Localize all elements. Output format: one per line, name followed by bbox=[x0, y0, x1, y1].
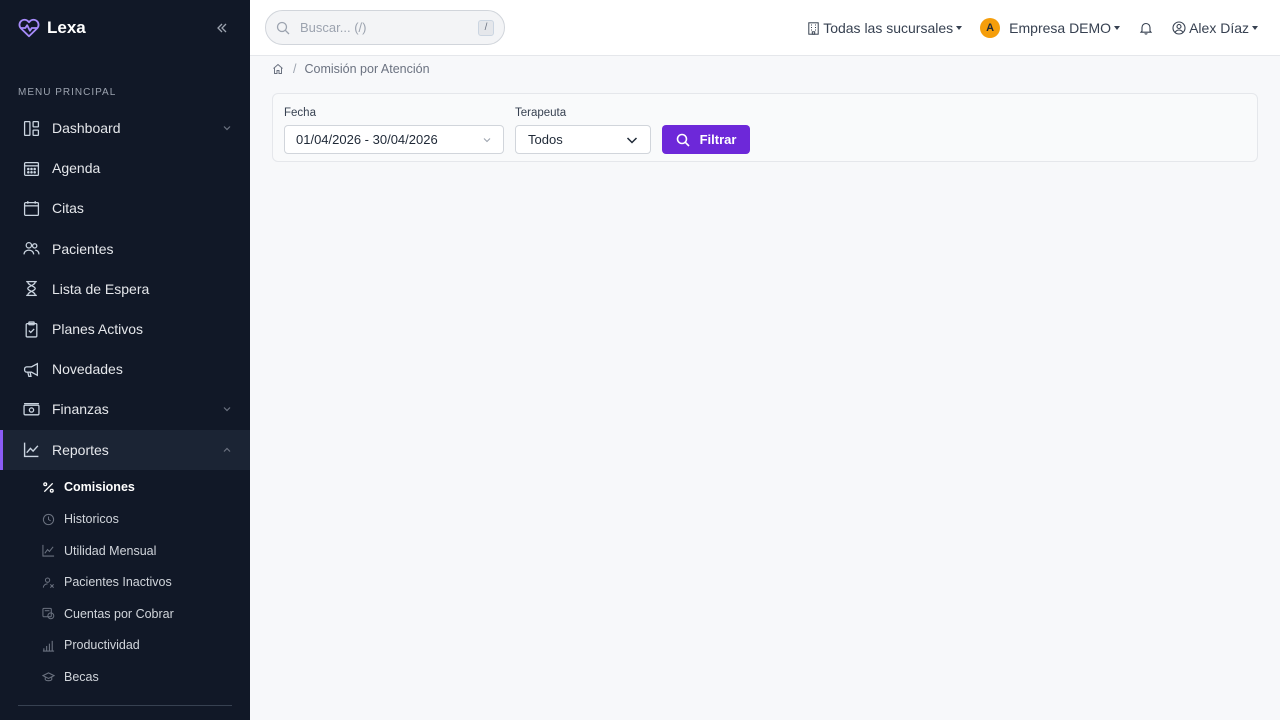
date-range-value: 01/04/2026 - 30/04/2026 bbox=[296, 132, 438, 147]
bar-chart-icon bbox=[41, 638, 55, 652]
therapist-select[interactable]: Todos bbox=[515, 125, 651, 154]
receipt-icon bbox=[41, 607, 55, 621]
building-icon bbox=[808, 21, 820, 35]
sidebar-item-label: Lista de Espera bbox=[52, 280, 150, 297]
chevron-down-icon bbox=[482, 135, 492, 145]
branch-label: Todas las sucursales bbox=[823, 20, 954, 36]
sidebar-item-label: Agenda bbox=[52, 160, 101, 177]
sidebar-item-dashboard[interactable]: Dashboard bbox=[0, 108, 250, 148]
heart-pulse-icon bbox=[18, 17, 40, 39]
submenu-item-utilidad-mensual[interactable]: Utilidad Mensual bbox=[0, 535, 250, 567]
chevron-down-icon bbox=[626, 134, 638, 146]
chevron-down-icon bbox=[222, 123, 232, 133]
user-menu[interactable]: Alex Díaz bbox=[1172, 20, 1258, 36]
sidebar-item-label: Reportes bbox=[52, 441, 109, 458]
calendar-grid-icon bbox=[22, 159, 40, 177]
search-icon bbox=[676, 133, 690, 147]
sidebar-item-lista-espera[interactable]: Lista de Espera bbox=[0, 269, 250, 309]
sidebar: Lexa MENU PRINCIPAL Dashboard Agenda Cit… bbox=[0, 0, 250, 720]
mortarboard-icon bbox=[41, 670, 55, 684]
submenu-item-cuentas-por-cobrar[interactable]: Cuentas por Cobrar bbox=[0, 598, 250, 630]
breadcrumb-current: Comisión por Atención bbox=[304, 62, 430, 76]
company-avatar: A bbox=[980, 18, 1001, 38]
therapist-label: Terapeuta bbox=[515, 107, 567, 119]
caret-down-icon bbox=[956, 26, 963, 30]
submenu-item-label: Cuentas por Cobrar bbox=[64, 606, 174, 621]
graph-up-icon bbox=[41, 544, 55, 558]
main-menu: Dashboard Agenda Citas Pacientes Lista d… bbox=[0, 108, 250, 693]
submenu-item-label: Historicos bbox=[64, 512, 119, 527]
sidebar-item-citas[interactable]: Citas bbox=[0, 188, 250, 228]
search-shortcut-key: / bbox=[478, 19, 494, 36]
user-label: Alex Díaz bbox=[1189, 20, 1249, 36]
collapse-sidebar-button[interactable] bbox=[212, 18, 232, 38]
branch-selector[interactable]: Todas las sucursales bbox=[808, 20, 963, 36]
brand: Lexa bbox=[0, 0, 250, 56]
company-selector[interactable]: A Empresa DEMO bbox=[980, 18, 1121, 38]
home-icon[interactable] bbox=[272, 63, 284, 75]
person-x-icon bbox=[41, 575, 55, 589]
topbar-actions: Todas las sucursales A Empresa DEMO Alex… bbox=[808, 0, 1258, 56]
submenu-item-label: Productividad bbox=[64, 638, 140, 653]
users-icon bbox=[22, 240, 40, 258]
bell-icon bbox=[1139, 21, 1153, 35]
submenu-item-comisiones[interactable]: Comisiones bbox=[0, 472, 250, 504]
sidebar-item-pacientes[interactable]: Pacientes bbox=[0, 229, 250, 269]
sidebar-item-planes-activos[interactable]: Planes Activos bbox=[0, 309, 250, 349]
hourglass-icon bbox=[22, 280, 40, 298]
therapist-select-value: Todos bbox=[528, 132, 563, 147]
submenu-item-historicos[interactable]: Historicos bbox=[0, 503, 250, 535]
search-box[interactable]: / bbox=[265, 10, 505, 45]
date-label: Fecha bbox=[284, 107, 316, 119]
brand-name: Lexa bbox=[47, 18, 86, 37]
submenu-item-pacientes-inactivos[interactable]: Pacientes Inactivos bbox=[0, 566, 250, 598]
submenu-item-label: Comisiones bbox=[64, 480, 135, 495]
chevron-up-icon bbox=[222, 445, 232, 455]
notifications-button[interactable] bbox=[1139, 21, 1153, 35]
sidebar-item-novedades[interactable]: Novedades bbox=[0, 349, 250, 389]
megaphone-icon bbox=[22, 360, 40, 378]
cash-icon bbox=[22, 400, 40, 418]
submenu-item-becas[interactable]: Becas bbox=[0, 661, 250, 693]
search-input[interactable] bbox=[300, 20, 470, 35]
breadcrumb: / Comisión por Atención bbox=[272, 62, 430, 76]
sidebar-item-label: Finanzas bbox=[52, 401, 109, 418]
breadcrumb-separator: / bbox=[293, 62, 297, 76]
sidebar-item-label: Dashboard bbox=[52, 120, 121, 137]
submenu-item-label: Pacientes Inactivos bbox=[64, 575, 172, 590]
sidebar-item-label: Citas bbox=[52, 200, 84, 217]
percent-icon bbox=[41, 480, 55, 494]
submenu-item-productividad[interactable]: Productividad bbox=[0, 630, 250, 662]
caret-down-icon bbox=[1252, 26, 1258, 30]
sidebar-item-reportes[interactable]: Reportes bbox=[0, 429, 250, 470]
date-range-input[interactable]: 01/04/2026 - 30/04/2026 bbox=[284, 125, 504, 154]
reportes-submenu: Comisiones Historicos Utilidad Mensual P… bbox=[0, 470, 250, 693]
search-icon bbox=[276, 21, 290, 35]
chevron-down-icon bbox=[222, 404, 232, 414]
filter-card: Fecha 01/04/2026 - 30/04/2026 Terapeuta … bbox=[272, 93, 1258, 162]
menu-section-title: MENU PRINCIPAL bbox=[18, 87, 117, 98]
line-chart-icon bbox=[22, 441, 40, 459]
filter-button-label: Filtrar bbox=[699, 132, 737, 147]
clipboard-check-icon bbox=[22, 320, 40, 338]
user-circle-icon bbox=[1172, 21, 1186, 35]
submenu-item-label: Becas bbox=[64, 670, 99, 685]
filter-button[interactable]: Filtrar bbox=[662, 125, 750, 154]
topbar: / Todas las sucursales A Empresa DEMO Al… bbox=[250, 0, 1280, 56]
dashboard-icon bbox=[22, 119, 40, 137]
submenu-item-label: Utilidad Mensual bbox=[64, 543, 157, 558]
sidebar-item-agenda[interactable]: Agenda bbox=[0, 148, 250, 188]
sidebar-divider bbox=[18, 705, 232, 706]
sidebar-item-label: Novedades bbox=[52, 361, 123, 378]
sidebar-item-finanzas[interactable]: Finanzas bbox=[0, 389, 250, 429]
company-label: Empresa DEMO bbox=[1009, 20, 1112, 36]
caret-down-icon bbox=[1114, 26, 1121, 30]
sidebar-item-label: Planes Activos bbox=[52, 321, 144, 338]
clock-history-icon bbox=[41, 512, 55, 526]
sidebar-item-label: Pacientes bbox=[52, 240, 114, 257]
calendar-check-icon bbox=[22, 199, 40, 217]
